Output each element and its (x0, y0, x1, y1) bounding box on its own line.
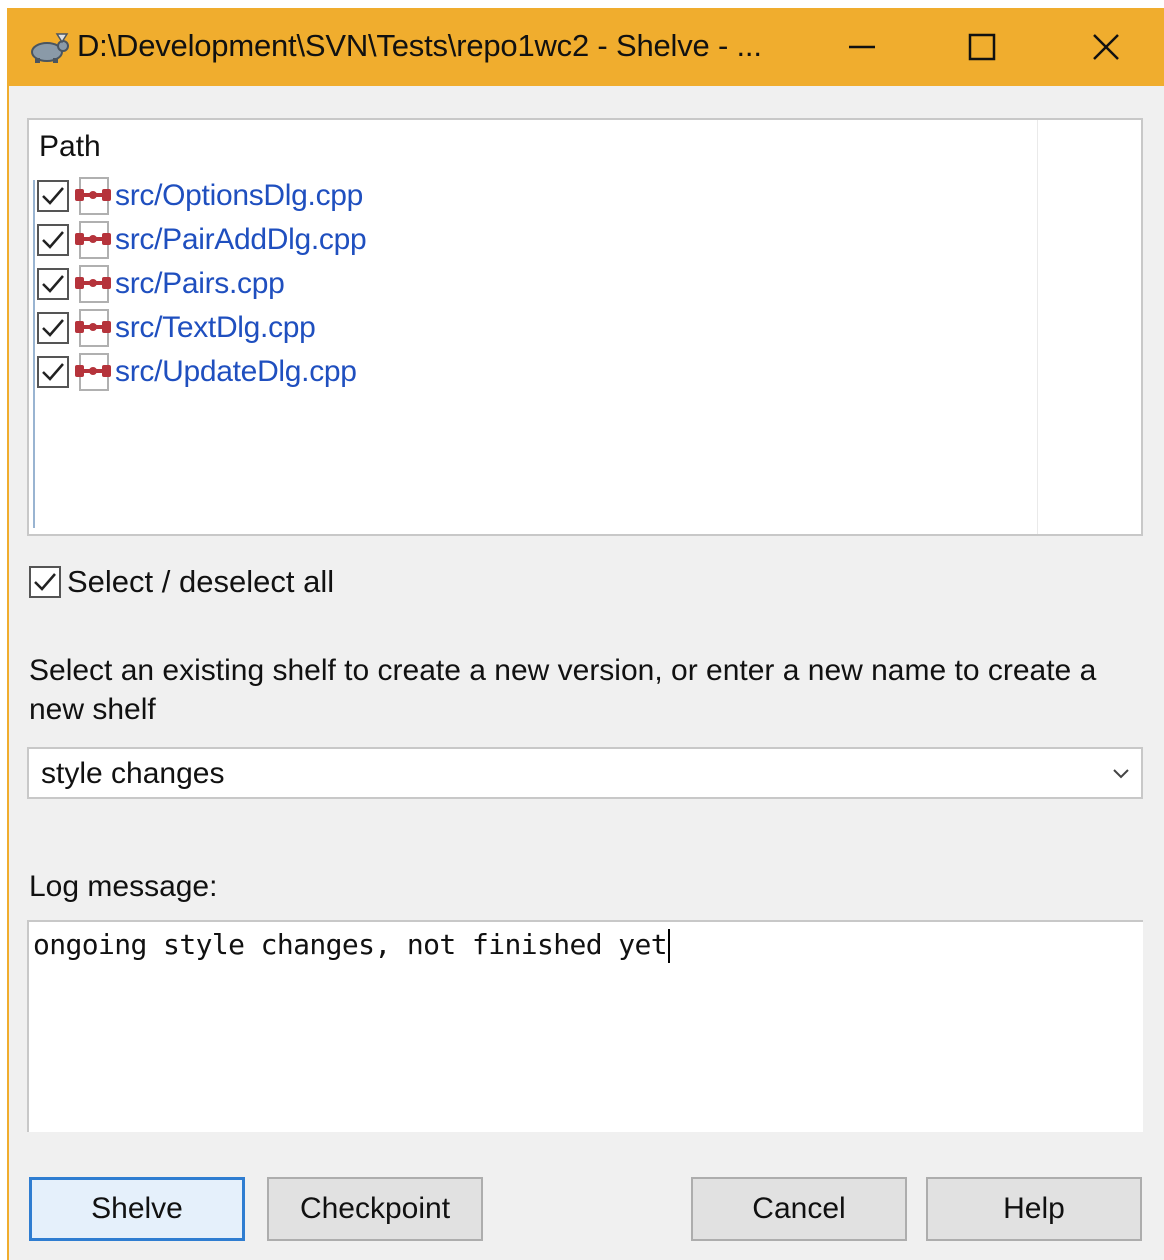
maximize-icon (968, 33, 996, 61)
modified-file-icon (75, 177, 111, 215)
file-path: src/TextDlg.cpp (115, 311, 316, 344)
file-path: src/Pairs.cpp (115, 267, 285, 300)
file-checkbox[interactable] (37, 312, 69, 344)
modified-file-icon (75, 309, 111, 347)
modified-file-icon (75, 221, 111, 259)
checkmark-icon (42, 187, 64, 205)
file-row[interactable]: src/TextDlg.cpp (37, 306, 316, 350)
checkmark-icon (42, 275, 64, 293)
window-title: D:\Development\SVN\Tests\repo1wc2 - Shel… (77, 28, 762, 63)
shelf-description: Select an existing shelf to create a new… (29, 654, 1097, 726)
chevron-down-icon[interactable] (1111, 765, 1131, 781)
changed-files-list[interactable]: Path src/OptionsDlg.cpp src/PairAddDlg.c… (27, 118, 1143, 536)
modified-file-icon (75, 265, 111, 303)
checkmark-icon (42, 319, 64, 337)
maximize-button[interactable] (937, 18, 1027, 76)
file-checkbox[interactable] (37, 224, 69, 256)
select-all-label: Select / deselect all (67, 564, 335, 599)
file-checkbox[interactable] (37, 268, 69, 300)
help-button[interactable]: Help (926, 1177, 1142, 1241)
file-checkbox[interactable] (37, 180, 69, 212)
checkpoint-button[interactable]: Checkpoint (267, 1177, 483, 1241)
close-button[interactable] (1061, 18, 1151, 76)
focus-line (33, 180, 35, 528)
shelve-dialog: D:\Development\SVN\Tests\repo1wc2 - Shel… (7, 8, 1164, 1260)
file-path: src/UpdateDlg.cpp (115, 355, 357, 388)
file-row[interactable]: src/Pairs.cpp (37, 262, 285, 306)
title-bar[interactable]: D:\Development\SVN\Tests\repo1wc2 - Shel… (9, 8, 1164, 86)
tortoise-app-icon (31, 33, 69, 63)
file-row[interactable]: src/UpdateDlg.cpp (37, 350, 357, 394)
text-caret (668, 929, 671, 963)
log-message-input[interactable]: ongoing style changes, not finished yet (27, 920, 1143, 1132)
file-row[interactable]: src/PairAddDlg.cpp (37, 218, 367, 262)
file-checkbox[interactable] (37, 356, 69, 388)
file-path: src/OptionsDlg.cpp (115, 179, 364, 212)
column-header-path[interactable]: Path (39, 130, 101, 164)
log-message-label: Log message: (29, 870, 218, 903)
checkmark-icon (42, 363, 64, 381)
close-icon (1093, 34, 1119, 60)
checkmark-icon (34, 573, 56, 591)
select-all-checkbox[interactable] (29, 566, 61, 598)
log-message-text: ongoing style changes, not finished yet (33, 928, 671, 963)
column-divider[interactable] (1037, 120, 1038, 534)
file-row[interactable]: src/OptionsDlg.cpp (37, 174, 363, 218)
shelve-button[interactable]: Shelve (29, 1177, 245, 1241)
shelf-name-value: style changes (41, 757, 225, 790)
checkmark-icon (42, 231, 64, 249)
cancel-button[interactable]: Cancel (691, 1177, 907, 1241)
select-all-toggle[interactable]: Select / deselect all (29, 564, 334, 600)
file-path: src/PairAddDlg.cpp (115, 223, 367, 256)
minimize-icon (849, 45, 875, 49)
modified-file-icon (75, 353, 111, 391)
minimize-button[interactable] (817, 18, 907, 76)
shelf-name-combobox[interactable]: style changes (27, 747, 1143, 799)
